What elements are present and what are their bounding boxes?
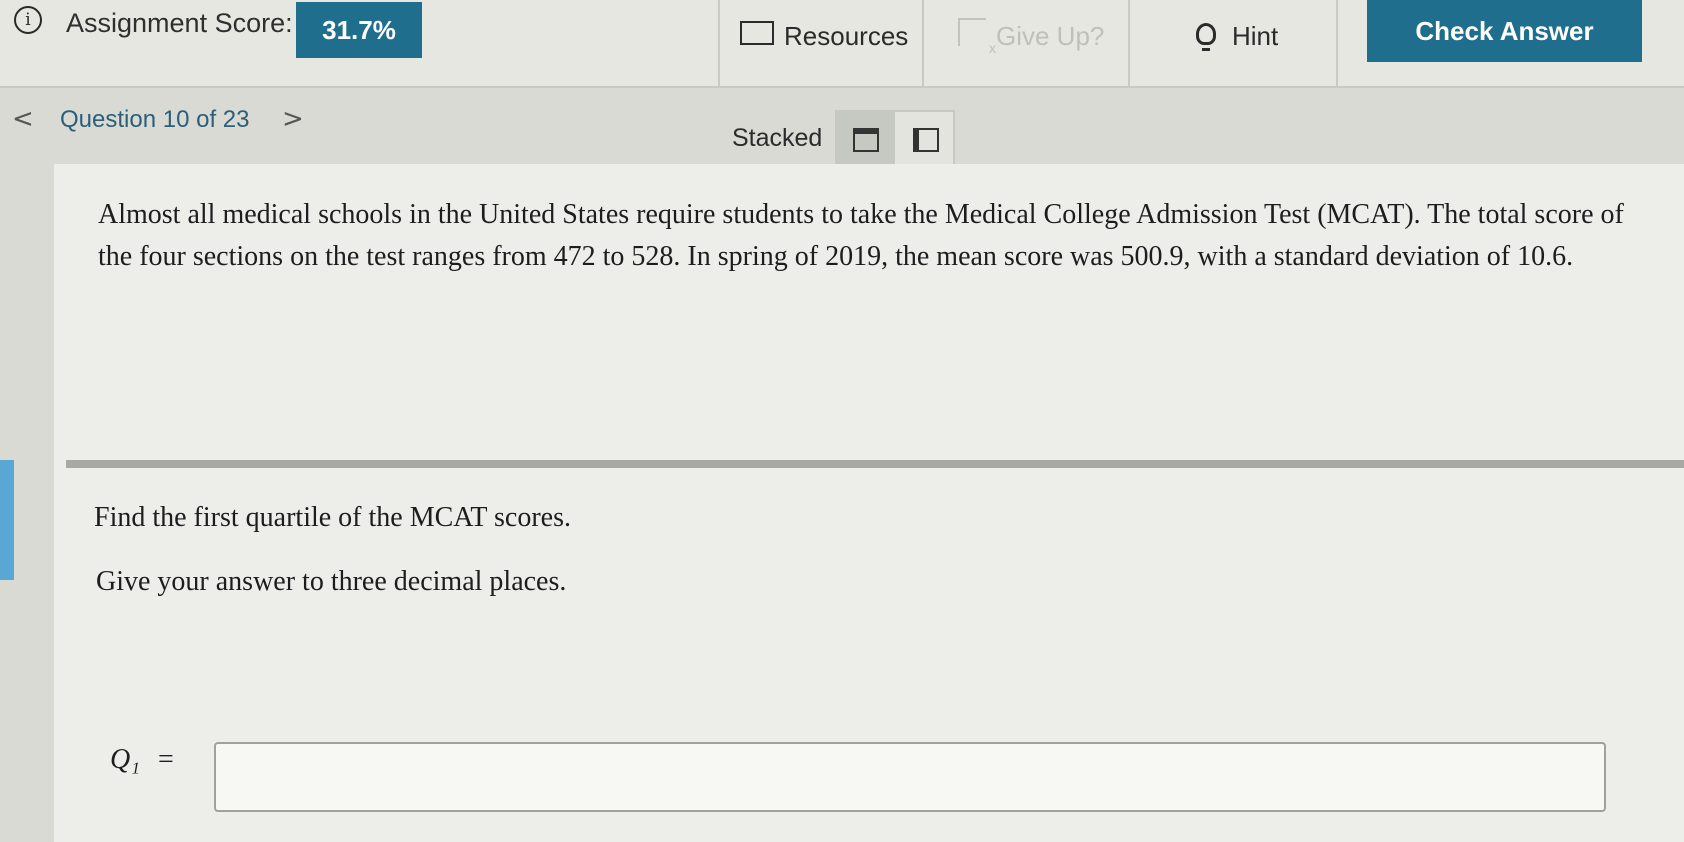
toolbar-divider bbox=[718, 0, 720, 86]
stacked-layout-icon bbox=[853, 128, 879, 152]
equals-sign: = bbox=[158, 744, 174, 775]
give-up-label: Give Up? bbox=[996, 20, 1105, 51]
assignment-score-badge: 31.7% bbox=[296, 2, 422, 58]
chevron-right-icon[interactable]: > bbox=[282, 104, 304, 134]
give-up-icon bbox=[958, 18, 996, 56]
left-accent-bar bbox=[0, 460, 14, 580]
check-answer-button[interactable]: Check Answer bbox=[1367, 0, 1642, 62]
toolbar-divider bbox=[922, 0, 924, 86]
answer-instruction: Give your answer to three decimal places… bbox=[96, 566, 567, 597]
hint-button[interactable]: Hint bbox=[1196, 12, 1278, 60]
question-counter: Question 10 of 23 bbox=[60, 106, 250, 133]
side-by-side-layout-button[interactable] bbox=[897, 112, 955, 168]
toolbar-divider bbox=[1336, 0, 1338, 86]
section-divider bbox=[66, 460, 1684, 468]
question-prompt: Find the first quartile of the MCAT scor… bbox=[94, 502, 571, 533]
folder-icon bbox=[740, 21, 774, 45]
layout-mode-label: Stacked bbox=[732, 124, 823, 152]
layout-toggle bbox=[835, 110, 955, 170]
hint-label: Hint bbox=[1232, 20, 1279, 51]
toolbar-divider bbox=[1128, 0, 1130, 86]
answer-label: Q₁ bbox=[110, 744, 140, 775]
resources-button[interactable]: Resources bbox=[740, 12, 908, 60]
top-toolbar: i Assignment Score: 31.7% Resources Give… bbox=[0, 0, 1684, 88]
stacked-layout-button[interactable] bbox=[837, 112, 895, 168]
problem-statement: Almost all medical schools in the United… bbox=[98, 199, 1624, 272]
lightbulb-icon bbox=[1196, 23, 1216, 51]
side-by-side-layout-icon bbox=[913, 128, 939, 152]
give-up-button[interactable]: Give Up? bbox=[958, 12, 1104, 60]
assignment-score-label: Assignment Score: bbox=[66, 8, 293, 38]
resources-label: Resources bbox=[784, 20, 909, 51]
info-icon[interactable]: i bbox=[14, 6, 42, 34]
answer-input[interactable] bbox=[214, 742, 1606, 812]
chevron-left-icon[interactable]: < bbox=[12, 104, 34, 134]
